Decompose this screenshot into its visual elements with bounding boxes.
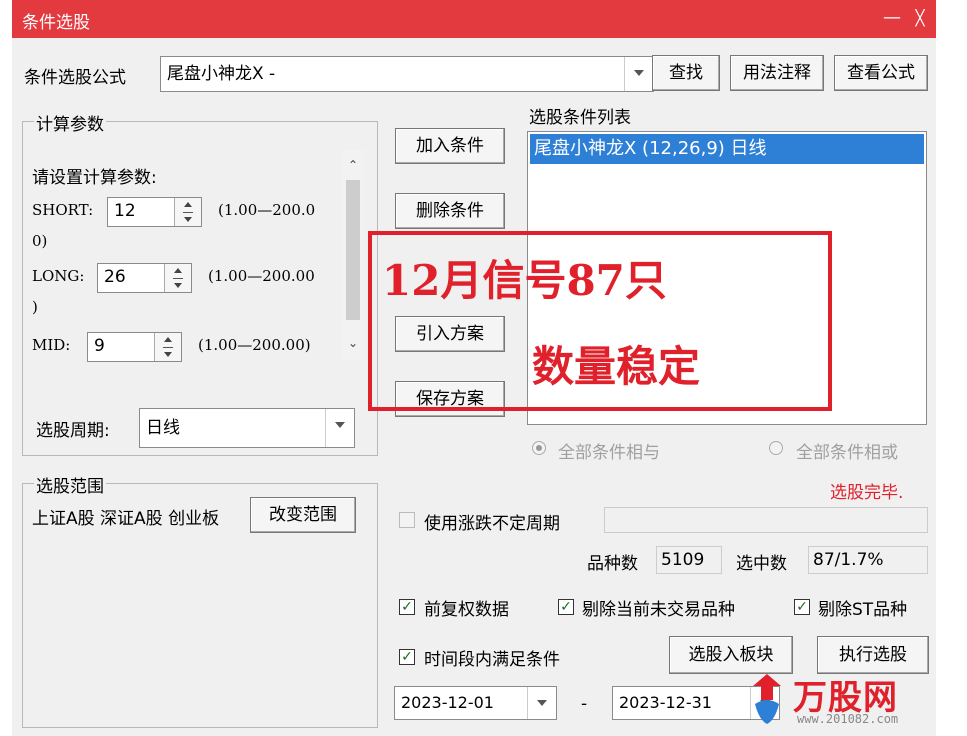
param-name-mid: MID: bbox=[32, 336, 71, 354]
variety-count: 5109 bbox=[656, 546, 722, 574]
short-value: 12 bbox=[114, 201, 136, 221]
stepper-arrows-icon[interactable] bbox=[154, 333, 181, 361]
params-group-title: 计算参数 bbox=[34, 110, 106, 135]
time-range-label: 时间段内满足条件 bbox=[424, 650, 560, 670]
radio-or[interactable] bbox=[769, 441, 783, 455]
title-bar: 条件选股 — ╳ bbox=[12, 0, 936, 38]
view-formula-button[interactable]: 查看公式 bbox=[834, 55, 928, 91]
time-range-checkbox[interactable]: ✓ bbox=[399, 649, 415, 665]
mid-stepper[interactable]: 9 bbox=[87, 332, 182, 362]
short-range: (1.00—200.0 bbox=[218, 201, 316, 219]
stepper-arrows-icon[interactable] bbox=[164, 264, 191, 292]
list-item[interactable]: 尾盘小神龙X (12,26,9) 日线 bbox=[530, 134, 924, 164]
conditions-title: 选股条件列表 bbox=[529, 108, 631, 128]
close-button[interactable]: ╳ bbox=[908, 6, 932, 30]
period-select[interactable]: 日线 bbox=[139, 408, 355, 448]
usage-notes-button[interactable]: 用法注释 bbox=[730, 55, 824, 91]
date-separator: - bbox=[581, 694, 588, 714]
delete-condition-button[interactable]: 删除条件 bbox=[395, 193, 505, 229]
watermark-url: www.201082.com bbox=[797, 712, 899, 726]
scope-text: 上证A股 深证A股 创业板 bbox=[32, 509, 220, 529]
fq-checkbox[interactable]: ✓ bbox=[399, 599, 415, 615]
chevron-down-icon[interactable] bbox=[325, 409, 354, 447]
end-date-value: 2023-12-31 bbox=[619, 693, 712, 712]
mid-range: (1.00—200.00) bbox=[198, 336, 311, 354]
variable-period-checkbox[interactable] bbox=[399, 512, 415, 528]
long-range-cont: ) bbox=[32, 298, 38, 316]
annotation-line1: 12月信号87只 bbox=[382, 256, 667, 305]
long-value: 26 bbox=[104, 267, 126, 287]
watermark-logo: 万股网 www.201082.com bbox=[745, 668, 945, 730]
status-text: 选股完毕. bbox=[830, 483, 904, 503]
radio-or-label: 全部条件相或 bbox=[796, 443, 898, 463]
short-stepper[interactable]: 12 bbox=[107, 197, 202, 227]
scope-group-title: 选股范围 bbox=[34, 472, 106, 497]
fq-label: 前复权数据 bbox=[424, 600, 509, 620]
chevron-down-icon[interactable] bbox=[527, 687, 556, 719]
add-condition-button[interactable]: 加入条件 bbox=[395, 128, 505, 164]
formula-value: 尾盘小神龙X - bbox=[167, 64, 276, 84]
radio-and[interactable] bbox=[532, 441, 546, 455]
start-date-value: 2023-12-01 bbox=[401, 693, 494, 712]
variable-period-field[interactable] bbox=[604, 507, 928, 533]
mid-value: 9 bbox=[94, 336, 105, 356]
short-range-cont: 0) bbox=[32, 232, 48, 250]
start-date-picker[interactable]: 2023-12-01 bbox=[394, 686, 557, 720]
params-prompt: 请设置计算参数: bbox=[32, 168, 157, 188]
radio-and-label: 全部条件相与 bbox=[558, 443, 660, 463]
selected-count: 87/1.7% bbox=[808, 546, 928, 574]
stepper-arrows-icon[interactable] bbox=[174, 198, 201, 226]
selected-label: 选中数 bbox=[736, 554, 787, 574]
scroll-down-icon[interactable]: ⌄ bbox=[348, 336, 358, 350]
params-scrollbar[interactable]: ⌃ ⌄ bbox=[342, 150, 364, 360]
annotation-line2: 数量稳定 bbox=[532, 342, 701, 391]
long-stepper[interactable]: 26 bbox=[97, 263, 192, 293]
variable-period-label: 使用涨跌不定周期 bbox=[424, 514, 560, 534]
scroll-thumb[interactable] bbox=[346, 180, 360, 320]
scroll-up-icon[interactable]: ⌃ bbox=[348, 158, 358, 172]
period-value: 日线 bbox=[146, 418, 180, 438]
period-label: 选股周期: bbox=[36, 421, 110, 441]
condition-stock-picker-window: 条件选股 — ╳ 条件选股公式 尾盘小神龙X - 查找 用法注释 查看公式 计算… bbox=[12, 0, 936, 736]
variety-label: 品种数 bbox=[587, 554, 638, 574]
exclude-untraded-checkbox[interactable]: ✓ bbox=[558, 599, 574, 615]
exclude-st-label: 剔除ST品种 bbox=[818, 600, 908, 620]
param-name-short: SHORT: bbox=[32, 201, 94, 219]
bull-logo-icon bbox=[753, 674, 781, 724]
exclude-st-checkbox[interactable]: ✓ bbox=[794, 599, 810, 615]
change-scope-button[interactable]: 改变范围 bbox=[250, 497, 356, 533]
chevron-down-icon[interactable] bbox=[624, 57, 653, 91]
long-range: (1.00—200.00 bbox=[208, 267, 315, 285]
find-button[interactable]: 查找 bbox=[652, 55, 720, 91]
param-name-long: LONG: bbox=[32, 267, 85, 285]
formula-label: 条件选股公式 bbox=[24, 68, 126, 88]
exclude-untraded-label: 剔除当前未交易品种 bbox=[582, 600, 735, 620]
window-title: 条件选股 bbox=[22, 13, 90, 33]
formula-select[interactable]: 尾盘小神龙X - bbox=[160, 56, 654, 92]
minimize-button[interactable]: — bbox=[880, 6, 904, 30]
